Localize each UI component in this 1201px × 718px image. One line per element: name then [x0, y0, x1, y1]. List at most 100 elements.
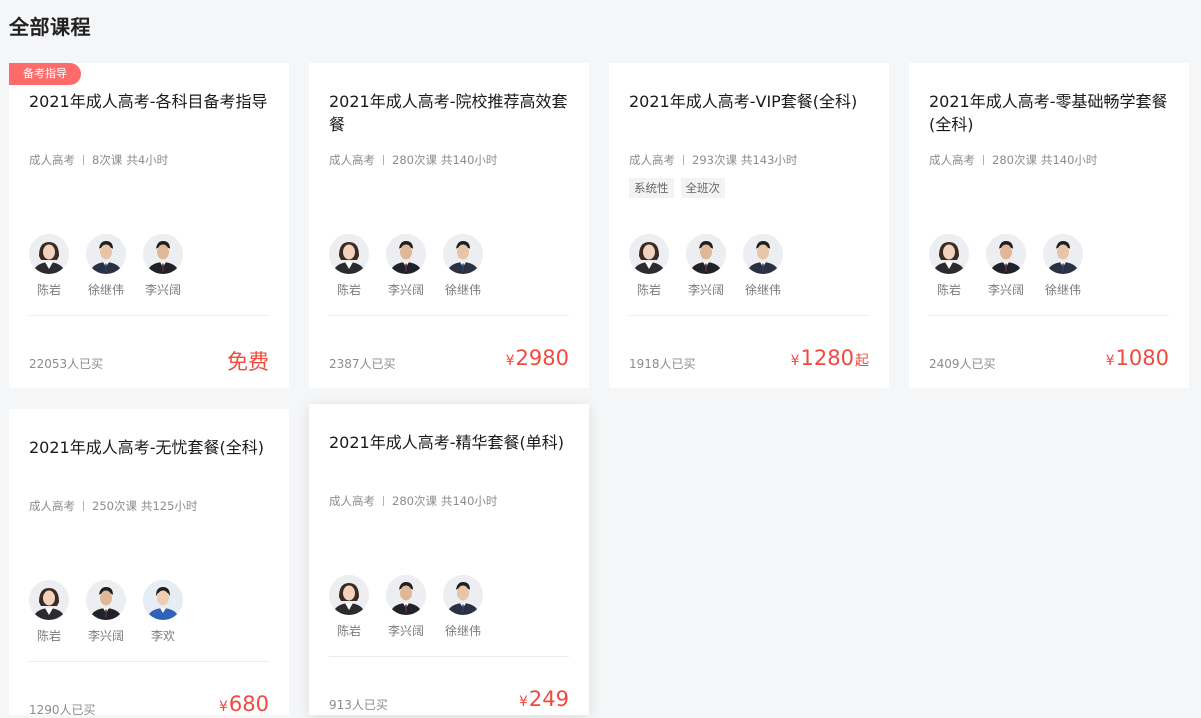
- course-title[interactable]: 2021年成人高考-各科目备考指导: [29, 90, 269, 113]
- male-teacher-avatar: [143, 234, 183, 274]
- total-hours: 共125小时: [140, 499, 198, 513]
- teacher[interactable]: 徐继伟: [443, 575, 483, 639]
- female-teacher-avatar: [929, 234, 969, 274]
- card-divider: [929, 315, 1169, 316]
- course-card[interactable]: 2021年成人高考-精华套餐(单科) 成人高考 280次课 共140小时 陈岩 …: [309, 404, 589, 715]
- female-teacher-avatar: [29, 234, 69, 274]
- course-category: 成人高考: [29, 499, 75, 513]
- teacher[interactable]: 陈岩: [929, 234, 969, 298]
- teacher[interactable]: 李兴阔: [686, 234, 726, 298]
- teacher[interactable]: 李欢: [143, 580, 183, 644]
- course-category: 成人高考: [329, 494, 375, 508]
- course-grid: 备考指导 2021年成人高考-各科目备考指导 成人高考 8次课 共4小时 陈岩 …: [0, 0, 1201, 717]
- total-hours: 共140小时: [440, 153, 498, 167]
- course-category: 成人高考: [29, 153, 75, 167]
- teacher-name: 李兴阔: [87, 629, 124, 643]
- teacher[interactable]: 徐继伟: [1043, 234, 1083, 298]
- female-teacher-avatar: [329, 234, 369, 274]
- sold-count: 1918人已买: [629, 357, 696, 371]
- teacher[interactable]: 陈岩: [29, 234, 69, 298]
- course-meta: 成人高考 293次课 共143小时: [629, 152, 797, 168]
- teacher[interactable]: 陈岩: [29, 580, 69, 644]
- teacher[interactable]: 李兴阔: [386, 575, 426, 639]
- male-teacher-avatar: [86, 234, 126, 274]
- teacher-name: 陈岩: [36, 629, 61, 643]
- teacher-name: 徐继伟: [744, 283, 781, 297]
- currency-symbol: ¥: [505, 353, 515, 369]
- course-card[interactable]: 2021年成人高考-无忧套餐(全科) 成人高考 250次课 共125小时 陈岩 …: [9, 409, 289, 717]
- male-teacher-avatar: [443, 234, 483, 274]
- teacher-name: 陈岩: [336, 283, 361, 297]
- teacher[interactable]: 徐继伟: [86, 234, 126, 298]
- lesson-count: 250次课: [92, 499, 137, 513]
- teacher-list: 陈岩 李兴阔 李欢: [29, 580, 200, 644]
- teacher-list: 陈岩 徐继伟 李兴阔: [29, 234, 200, 298]
- sold-count: 22053人已买: [29, 357, 104, 371]
- teacher[interactable]: 李兴阔: [986, 234, 1026, 298]
- course-meta: 成人高考 280次课 共140小时: [329, 493, 497, 509]
- teacher-name: 李兴阔: [387, 283, 424, 297]
- teacher-name: 徐继伟: [87, 283, 124, 297]
- course-title[interactable]: 2021年成人高考-VIP套餐(全科): [629, 90, 869, 113]
- teacher-name: 陈岩: [936, 283, 961, 297]
- male-teacher-avatar: [86, 580, 126, 620]
- course-card[interactable]: 2021年成人高考-零基础畅学套餐(全科) 成人高考 280次课 共140小时 …: [909, 63, 1189, 388]
- course-card[interactable]: 2021年成人高考-VIP套餐(全科) 成人高考 293次课 共143小时 系统…: [609, 63, 889, 388]
- course-title[interactable]: 2021年成人高考-零基础畅学套餐(全科): [929, 90, 1169, 136]
- course-price: ¥ 1080: [1106, 346, 1169, 370]
- teacher[interactable]: 陈岩: [329, 575, 369, 639]
- price-free: 免费: [227, 350, 269, 374]
- course-meta: 成人高考 280次课 共140小时: [329, 152, 497, 168]
- course-meta: 成人高考 8次课 共4小时: [29, 152, 168, 168]
- course-tag: 全班次: [680, 178, 725, 198]
- teacher[interactable]: 李兴阔: [86, 580, 126, 644]
- teacher[interactable]: 陈岩: [329, 234, 369, 298]
- teacher-name: 徐继伟: [444, 624, 481, 638]
- meta-divider: [383, 496, 384, 506]
- teacher-name: 李欢: [150, 629, 175, 643]
- total-hours: 共143小时: [740, 153, 798, 167]
- lesson-count: 280次课: [392, 153, 437, 167]
- currency-symbol: ¥: [790, 353, 800, 369]
- teacher-name: 李兴阔: [687, 283, 724, 297]
- meta-divider: [683, 155, 684, 165]
- lesson-count: 293次课: [692, 153, 737, 167]
- course-title[interactable]: 2021年成人高考-精华套餐(单科): [329, 431, 569, 454]
- course-card[interactable]: 备考指导 2021年成人高考-各科目备考指导 成人高考 8次课 共4小时 陈岩 …: [9, 63, 289, 388]
- teacher-name: 徐继伟: [444, 283, 481, 297]
- male-teacher-blue-avatar: [143, 580, 183, 620]
- teacher[interactable]: 李兴阔: [386, 234, 426, 298]
- course-badge: 备考指导: [9, 63, 81, 85]
- female-teacher-avatar: [629, 234, 669, 274]
- course-title[interactable]: 2021年成人高考-院校推荐高效套餐: [329, 90, 569, 136]
- teacher[interactable]: 陈岩: [629, 234, 669, 298]
- course-title[interactable]: 2021年成人高考-无忧套餐(全科): [29, 436, 269, 459]
- teacher-list: 陈岩 李兴阔 徐继伟: [629, 234, 800, 298]
- male-teacher-avatar: [1043, 234, 1083, 274]
- teacher-list: 陈岩 李兴阔 徐继伟: [329, 234, 500, 298]
- course-meta: 成人高考 250次课 共125小时: [29, 498, 197, 514]
- teacher-name: 陈岩: [336, 624, 361, 638]
- price-suffix: 起: [855, 353, 869, 369]
- meta-divider: [383, 155, 384, 165]
- teacher[interactable]: 李兴阔: [143, 234, 183, 298]
- course-price: ¥ 1280 起: [791, 346, 869, 370]
- sold-count: 2409人已买: [929, 357, 996, 371]
- male-teacher-avatar: [986, 234, 1026, 274]
- course-card[interactable]: 2021年成人高考-院校推荐高效套餐 成人高考 280次课 共140小时 陈岩 …: [309, 63, 589, 388]
- male-teacher-avatar: [386, 575, 426, 615]
- price-value: 249: [528, 687, 569, 711]
- course-category: 成人高考: [329, 153, 375, 167]
- teacher-name: 李兴阔: [387, 624, 424, 638]
- teacher[interactable]: 徐继伟: [743, 234, 783, 298]
- price-value: 1280: [800, 346, 854, 370]
- price-value: 1080: [1115, 346, 1169, 370]
- course-price: ¥ 680: [219, 692, 269, 716]
- sold-count: 2387人已买: [329, 357, 396, 371]
- total-hours: 共140小时: [1040, 153, 1098, 167]
- female-teacher-avatar: [329, 575, 369, 615]
- teacher-name: 陈岩: [636, 283, 661, 297]
- teacher-name: 徐继伟: [1044, 283, 1081, 297]
- teacher[interactable]: 徐继伟: [443, 234, 483, 298]
- card-divider: [29, 661, 269, 662]
